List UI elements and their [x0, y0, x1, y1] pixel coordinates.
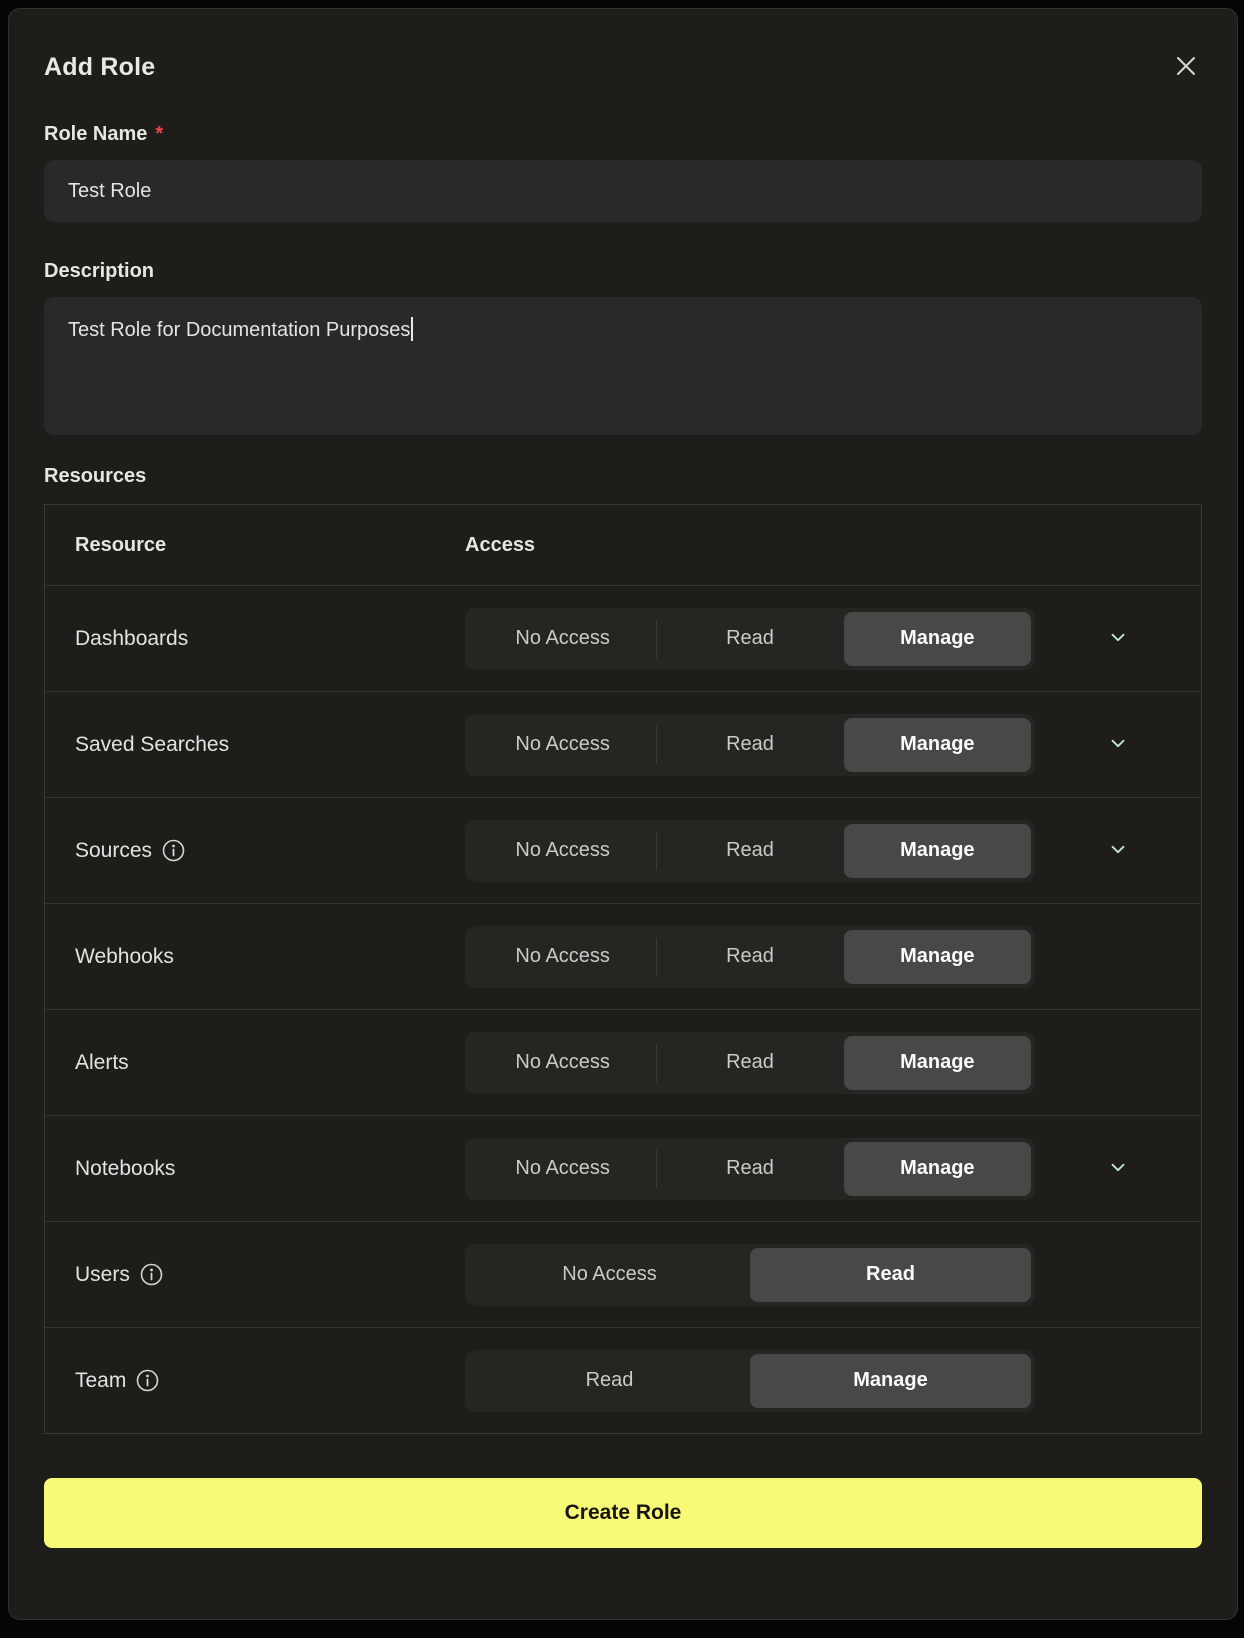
resource-name-text: Sources — [75, 839, 152, 863]
resource-name: Saved Searches — [45, 733, 465, 757]
resources-section-label: Resources — [44, 465, 1202, 488]
access-option-read[interactable]: Read — [750, 1248, 1031, 1302]
resources-table: Resource Access DashboardsNo AccessReadM… — [44, 504, 1202, 1434]
modal-header: Add Role — [44, 49, 1202, 85]
access-option-no-access[interactable]: No Access — [469, 612, 656, 666]
resource-name-text: Notebooks — [75, 1157, 175, 1181]
access-segmented-control: No AccessReadManage — [465, 926, 1035, 988]
resource-name: Alerts — [45, 1051, 465, 1075]
access-option-no-access[interactable]: No Access — [469, 930, 656, 984]
table-row: Alerts No AccessReadManage — [45, 1009, 1201, 1115]
table-row: Dashboards No AccessReadManage — [45, 585, 1201, 691]
role-name-label-text: Role Name — [44, 123, 147, 146]
create-role-button[interactable]: Create Role — [44, 1478, 1202, 1548]
close-icon — [1172, 52, 1200, 83]
resource-name-text: Webhooks — [75, 945, 174, 969]
resource-name: Sources — [45, 839, 465, 863]
chevron-down-icon — [1107, 1156, 1129, 1181]
access-segmented-control: No AccessReadManage — [465, 714, 1035, 776]
resource-name-text: Dashboards — [75, 627, 188, 651]
access-option-read[interactable]: Read — [656, 930, 843, 984]
access-option-no-access[interactable]: No Access — [469, 718, 656, 772]
access-segmented-control: ReadManage — [465, 1350, 1035, 1412]
access-column-header: Access — [465, 534, 1035, 557]
role-name-label: Role Name * — [44, 123, 1202, 146]
resource-name: Users — [45, 1263, 465, 1287]
resource-name-text: Team — [75, 1369, 126, 1393]
chevron-down-icon — [1107, 732, 1129, 757]
chevron-down-icon — [1107, 838, 1129, 863]
info-icon[interactable] — [136, 1369, 159, 1392]
access-option-manage[interactable]: Manage — [844, 930, 1031, 984]
access-option-manage[interactable]: Manage — [844, 824, 1031, 878]
table-row: Users No AccessRead — [45, 1221, 1201, 1327]
access-option-no-access[interactable]: No Access — [469, 1142, 656, 1196]
resource-name-text: Saved Searches — [75, 733, 229, 757]
access-option-read[interactable]: Read — [656, 612, 843, 666]
resource-name: Notebooks — [45, 1157, 465, 1181]
resource-name: Team — [45, 1369, 465, 1393]
access-segmented-control: No AccessReadManage — [465, 1138, 1035, 1200]
role-name-input[interactable] — [44, 160, 1202, 222]
table-row: Notebooks No AccessReadManage — [45, 1115, 1201, 1221]
resource-name: Webhooks — [45, 945, 465, 969]
table-rows-container: DashboardsNo AccessReadManageSaved Searc… — [45, 585, 1201, 1433]
description-input[interactable]: Test Role for Documentation Purposes — [44, 297, 1202, 435]
access-option-manage[interactable]: Manage — [844, 1036, 1031, 1090]
resource-name-text: Alerts — [75, 1051, 129, 1075]
description-label-text: Description — [44, 260, 154, 283]
access-option-read[interactable]: Read — [656, 1142, 843, 1196]
access-segmented-control: No AccessReadManage — [465, 608, 1035, 670]
expand-row-button[interactable] — [1101, 726, 1135, 763]
access-option-manage[interactable]: Manage — [844, 718, 1031, 772]
access-option-read[interactable]: Read — [656, 824, 843, 878]
table-row: Team ReadManage — [45, 1327, 1201, 1433]
table-row: Saved Searches No AccessReadManage — [45, 691, 1201, 797]
required-asterisk: * — [155, 123, 163, 146]
table-header-row: Resource Access — [45, 505, 1201, 585]
access-option-no-access[interactable]: No Access — [469, 1036, 656, 1090]
access-option-read[interactable]: Read — [469, 1354, 750, 1408]
access-segmented-control: No AccessReadManage — [465, 1032, 1035, 1094]
description-label: Description — [44, 260, 1202, 283]
info-icon[interactable] — [140, 1263, 163, 1286]
access-option-manage[interactable]: Manage — [844, 612, 1031, 666]
add-role-modal: Add Role Role Name * Description Test Ro… — [8, 8, 1238, 1620]
table-row: Sources No AccessReadManage — [45, 797, 1201, 903]
access-option-manage[interactable]: Manage — [844, 1142, 1031, 1196]
access-option-read[interactable]: Read — [656, 1036, 843, 1090]
close-button[interactable] — [1170, 51, 1202, 83]
expand-row-button[interactable] — [1101, 620, 1135, 657]
access-option-no-access[interactable]: No Access — [469, 1248, 750, 1302]
resource-column-header: Resource — [45, 534, 465, 557]
description-value: Test Role for Documentation Purposes — [68, 319, 410, 341]
resource-name-text: Users — [75, 1263, 130, 1287]
access-option-read[interactable]: Read — [656, 718, 843, 772]
text-cursor — [411, 317, 413, 341]
expand-row-button[interactable] — [1101, 832, 1135, 869]
access-option-no-access[interactable]: No Access — [469, 824, 656, 878]
table-row: Webhooks No AccessReadManage — [45, 903, 1201, 1009]
modal-title: Add Role — [44, 53, 155, 82]
resource-name: Dashboards — [45, 627, 465, 651]
access-segmented-control: No AccessRead — [465, 1244, 1035, 1306]
info-icon[interactable] — [162, 839, 185, 862]
access-option-manage[interactable]: Manage — [750, 1354, 1031, 1408]
expand-row-button[interactable] — [1101, 1150, 1135, 1187]
access-segmented-control: No AccessReadManage — [465, 820, 1035, 882]
chevron-down-icon — [1107, 626, 1129, 651]
